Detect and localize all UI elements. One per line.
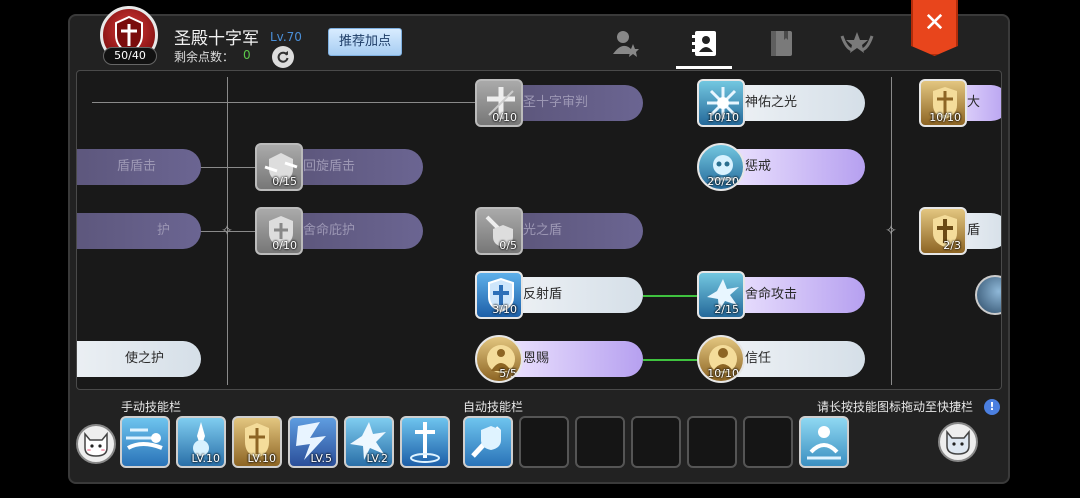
skill-node-light-shield[interactable]: 光之盾 0/5 bbox=[475, 207, 643, 255]
active-tab-indicator bbox=[676, 66, 732, 69]
rush-skill-icon bbox=[126, 428, 163, 450]
sacrifice-attack-icon: 2/15 bbox=[697, 271, 745, 319]
info-icon[interactable]: ! bbox=[984, 399, 1000, 415]
skill-name: 使之护 bbox=[77, 341, 201, 377]
reset-points-button[interactable] bbox=[272, 46, 294, 68]
skill-node-spin-shield[interactable]: 回旋盾击 0/15 bbox=[255, 143, 423, 191]
skill-node-blessing[interactable]: 恩赐 5/5 bbox=[475, 335, 643, 383]
blessing-icon: 5/5 bbox=[475, 335, 523, 383]
close-icon: ✕ bbox=[923, 8, 946, 38]
auto-slot-2[interactable] bbox=[519, 416, 569, 468]
skill-level: 0/15 bbox=[272, 175, 297, 188]
tab-character[interactable] bbox=[608, 26, 642, 60]
auto-slot-3[interactable] bbox=[575, 416, 625, 468]
revive-skill-icon bbox=[807, 426, 841, 460]
skill-node-col4-mid[interactable]: 盾 2/3 bbox=[919, 207, 1001, 255]
manual-slot-5[interactable]: LV.2 bbox=[344, 416, 394, 468]
recommend-points-button[interactable]: 推荐加点 bbox=[328, 28, 402, 56]
slot-level: LV.5 bbox=[310, 452, 332, 465]
skill-level: 5/5 bbox=[499, 367, 517, 380]
class-level: Lv.70 bbox=[270, 30, 302, 44]
shield-strike-skill-icon bbox=[471, 426, 501, 458]
remaining-points-value: 0 bbox=[243, 48, 251, 62]
tab-codex[interactable] bbox=[764, 26, 798, 60]
holy-pillar-skill-icon bbox=[410, 422, 440, 463]
skill-node-sacrifice-attack[interactable]: 舍命攻击 2/15 bbox=[697, 271, 865, 319]
skill-node-punishment[interactable]: 惩戒 20/20 bbox=[697, 143, 865, 191]
manual-skill-bar-label: 手动技能栏 bbox=[121, 400, 182, 414]
manual-slot-2[interactable]: LV.10 bbox=[176, 416, 226, 468]
trust-icon: 10/10 bbox=[697, 335, 745, 383]
refresh-icon bbox=[277, 51, 289, 63]
slot-level: LV.2 bbox=[366, 452, 388, 465]
skill-node-trust[interactable]: 信任 10/10 bbox=[697, 335, 865, 383]
cross-shield-icon: 2/3 bbox=[919, 207, 967, 255]
skill-level: 0/5 bbox=[499, 239, 517, 252]
tree-link-active bbox=[643, 295, 701, 297]
skill-node-divine-light[interactable]: 神佑之光 10/10 bbox=[697, 79, 865, 127]
tree-link-active bbox=[643, 359, 701, 361]
skill-node-shield-strike[interactable]: 盾盾击 bbox=[77, 143, 201, 191]
skill-name: 护 bbox=[77, 213, 201, 249]
manual-slot-1[interactable] bbox=[120, 416, 170, 468]
tree-junction-icon: ✧ bbox=[885, 223, 897, 239]
auto-skill-bar-label: 自动技能栏 bbox=[463, 400, 524, 414]
tree-connector bbox=[92, 102, 492, 103]
skill-level: 10/10 bbox=[707, 111, 739, 124]
auto-slot-6[interactable] bbox=[743, 416, 793, 468]
auto-slot-1[interactable] bbox=[463, 416, 513, 468]
auto-slot-4[interactable] bbox=[631, 416, 681, 468]
tree-connector bbox=[197, 167, 257, 168]
skill-level: 10/10 bbox=[929, 111, 961, 124]
skill-book-icon bbox=[692, 31, 716, 56]
manual-bar-mascot-icon[interactable] bbox=[76, 424, 116, 464]
skill-node-col4-top[interactable]: 大 10/10 bbox=[919, 79, 1001, 127]
divine-light-icon: 10/10 bbox=[697, 79, 745, 127]
character-star-icon bbox=[613, 31, 639, 57]
manual-slot-4[interactable]: LV.5 bbox=[288, 416, 338, 468]
skill-node-angel-guard[interactable]: 使之护 bbox=[77, 335, 201, 383]
book-icon bbox=[771, 31, 792, 56]
class-name: 圣殿十字军 bbox=[174, 29, 259, 49]
remaining-points-label: 剩余点数： bbox=[174, 50, 235, 64]
auto-bar-mascot-icon[interactable] bbox=[938, 422, 978, 462]
skill-level: 2/3 bbox=[943, 239, 961, 252]
skill-level: 10/10 bbox=[707, 367, 739, 380]
punishment-icon: 20/20 bbox=[697, 143, 745, 191]
light-shield-icon: 0/5 bbox=[475, 207, 523, 255]
tree-connector bbox=[197, 231, 257, 232]
auto-slot-extra[interactable] bbox=[799, 416, 849, 468]
skill-node-guard[interactable]: 护 bbox=[77, 207, 201, 255]
skill-node-holy-cross-judgment[interactable]: 圣十字审判 0/10 bbox=[475, 79, 643, 127]
skill-tree-panel[interactable]: ✧ ✧ 盾盾击 护 使之护 回旋盾击 0/15 舍命庇护 0/10 圣十字审判 … bbox=[76, 70, 1002, 390]
skill-level: 2/15 bbox=[714, 303, 739, 316]
spin-shield-icon: 0/15 bbox=[255, 143, 303, 191]
skill-name: 盾盾击 bbox=[77, 149, 201, 185]
wings-star-icon bbox=[840, 32, 874, 53]
reflect-shield-icon: 3/10 bbox=[475, 271, 523, 319]
manual-slot-3[interactable]: LV.10 bbox=[232, 416, 282, 468]
drag-hint: 请长按技能图标拖动至快捷栏 bbox=[817, 400, 974, 414]
skill-level: 20/20 bbox=[707, 175, 739, 188]
emblem-badge: 50/40 bbox=[103, 47, 157, 65]
skill-node-reflect-shield[interactable]: 反射盾 3/10 bbox=[475, 271, 643, 319]
skill-level: 3/10 bbox=[492, 303, 517, 316]
tab-skills[interactable] bbox=[688, 26, 722, 60]
holy-cross-icon: 0/10 bbox=[475, 79, 523, 127]
sacrifice-guard-icon: 0/10 bbox=[255, 207, 303, 255]
slot-level: LV.10 bbox=[247, 452, 276, 465]
skill-level: 0/10 bbox=[492, 111, 517, 124]
manual-slot-6[interactable] bbox=[400, 416, 450, 468]
slot-level: LV.10 bbox=[191, 452, 220, 465]
partial-skill-icon[interactable] bbox=[975, 275, 1001, 315]
holy-shield-icon: 10/10 bbox=[919, 79, 967, 127]
auto-slot-5[interactable] bbox=[687, 416, 737, 468]
tab-honor[interactable] bbox=[840, 26, 874, 60]
close-button[interactable]: ✕ bbox=[911, 0, 958, 56]
skill-node-sacrifice-guard[interactable]: 舍命庇护 0/10 bbox=[255, 207, 423, 255]
skill-level: 0/10 bbox=[272, 239, 297, 252]
